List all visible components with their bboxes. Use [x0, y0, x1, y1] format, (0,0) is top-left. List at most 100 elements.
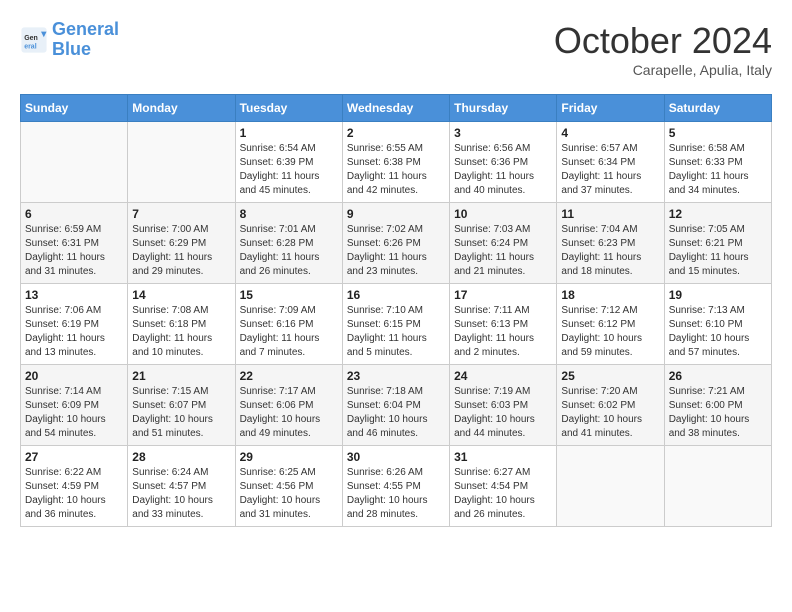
table-row: 21 Sunrise: 7:15 AM Sunset: 6:07 PM Dayli… [128, 365, 235, 446]
table-row: 6 Sunrise: 6:59 AM Sunset: 6:31 PM Daylig… [21, 203, 128, 284]
table-row: 17Sunrise: 7:11 AM Sunset: 6:13 PM Dayli… [450, 284, 557, 365]
day-info: Sunrise: 7:15 AM Sunset: 6:07 PM Dayligh… [132, 385, 230, 441]
table-row: 19 Sunrise: 7:13 AM Sunset: 6:10 PM Dayli… [664, 284, 771, 365]
day-number: 26 [669, 369, 767, 383]
table-row: 30Sunrise: 6:26 AM Sunset: 4:55 PM Dayli… [342, 446, 449, 527]
day-info: Sunrise: 7:20 AM Sunset: 6:02 PM Dayligh… [561, 385, 659, 441]
calendar-table: Sunday Monday Tuesday Wednesday Thursday… [20, 94, 772, 527]
table-row: 15Sunrise: 7:09 AM Sunset: 6:16 PM Dayli… [235, 284, 342, 365]
day-number: 4 [561, 126, 659, 140]
day-info: Sunrise: 7:02 AM Sunset: 6:26 PM Dayligh… [347, 223, 445, 279]
day-info: Sunrise: 6:55 AM Sunset: 6:38 PM Dayligh… [347, 142, 445, 198]
day-number: 31 [454, 450, 552, 464]
calendar-week-row: 27 Sunrise: 6:22 AM Sunset: 4:59 PM Dayli… [21, 446, 772, 527]
header-thursday: Thursday [450, 95, 557, 122]
day-number: 29 [240, 450, 338, 464]
table-row: 18 Sunrise: 7:12 AM Sunset: 6:12 PM Dayli… [557, 284, 664, 365]
table-row [21, 122, 128, 203]
day-info: Sunrise: 7:01 AM Sunset: 6:28 PM Dayligh… [240, 223, 338, 279]
day-number: 7 [132, 207, 230, 221]
day-number: 24 [454, 369, 552, 383]
day-info: Sunrise: 6:25 AM Sunset: 4:56 PM Dayligh… [240, 466, 338, 522]
day-info: Sunrise: 7:06 AM Sunset: 6:19 PM Dayligh… [25, 304, 123, 360]
title-block: October 2024 Carapelle, Apulia, Italy [554, 20, 772, 78]
page-header: Gen eral General Blue October 2024 Carap… [20, 20, 772, 78]
table-row: 7 Sunrise: 7:00 AM Sunset: 6:29 PM Daylig… [128, 203, 235, 284]
calendar-week-row: 20 Sunrise: 7:14 AM Sunset: 6:09 PM Dayli… [21, 365, 772, 446]
day-info: Sunrise: 6:27 AM Sunset: 4:54 PM Dayligh… [454, 466, 552, 522]
day-info: Sunrise: 7:08 AM Sunset: 6:18 PM Dayligh… [132, 304, 230, 360]
table-row: 27 Sunrise: 6:22 AM Sunset: 4:59 PM Dayli… [21, 446, 128, 527]
table-row: 24Sunrise: 7:19 AM Sunset: 6:03 PM Dayli… [450, 365, 557, 446]
day-number: 30 [347, 450, 445, 464]
day-info: Sunrise: 7:05 AM Sunset: 6:21 PM Dayligh… [669, 223, 767, 279]
day-info: Sunrise: 6:24 AM Sunset: 4:57 PM Dayligh… [132, 466, 230, 522]
day-info: Sunrise: 6:59 AM Sunset: 6:31 PM Dayligh… [25, 223, 123, 279]
day-info: Sunrise: 7:04 AM Sunset: 6:23 PM Dayligh… [561, 223, 659, 279]
logo-text-line2: Blue [52, 40, 119, 60]
day-info: Sunrise: 7:09 AM Sunset: 6:16 PM Dayligh… [240, 304, 338, 360]
day-info: Sunrise: 7:14 AM Sunset: 6:09 PM Dayligh… [25, 385, 123, 441]
calendar-week-row: 13 Sunrise: 7:06 AM Sunset: 6:19 PM Dayli… [21, 284, 772, 365]
day-info: Sunrise: 6:57 AM Sunset: 6:34 PM Dayligh… [561, 142, 659, 198]
day-number: 28 [132, 450, 230, 464]
table-row: 11Sunrise: 7:04 AM Sunset: 6:23 PM Dayli… [557, 203, 664, 284]
table-row: 14Sunrise: 7:08 AM Sunset: 6:18 PM Dayli… [128, 284, 235, 365]
table-row: 13 Sunrise: 7:06 AM Sunset: 6:19 PM Dayli… [21, 284, 128, 365]
table-row: 31 Sunrise: 6:27 AM Sunset: 4:54 PM Dayli… [450, 446, 557, 527]
day-info: Sunrise: 7:18 AM Sunset: 6:04 PM Dayligh… [347, 385, 445, 441]
day-number: 3 [454, 126, 552, 140]
day-number: 9 [347, 207, 445, 221]
logo: Gen eral General Blue [20, 20, 119, 60]
table-row: 16Sunrise: 7:10 AM Sunset: 6:15 PM Dayli… [342, 284, 449, 365]
day-number: 21 [132, 369, 230, 383]
table-row: 10Sunrise: 7:03 AM Sunset: 6:24 PM Dayli… [450, 203, 557, 284]
day-info: Sunrise: 7:12 AM Sunset: 6:12 PM Dayligh… [561, 304, 659, 360]
day-number: 23 [347, 369, 445, 383]
day-number: 5 [669, 126, 767, 140]
day-info: Sunrise: 6:58 AM Sunset: 6:33 PM Dayligh… [669, 142, 767, 198]
svg-text:Gen: Gen [24, 35, 38, 42]
location-subtitle: Carapelle, Apulia, Italy [554, 62, 772, 78]
month-title: October 2024 [554, 20, 772, 62]
table-row: 3 Sunrise: 6:56 AM Sunset: 6:36 PM Daylig… [450, 122, 557, 203]
calendar-week-row: 1Sunrise: 6:54 AM Sunset: 6:39 PM Daylig… [21, 122, 772, 203]
day-number: 27 [25, 450, 123, 464]
logo-text-line1: General [52, 20, 119, 40]
day-number: 19 [669, 288, 767, 302]
day-info: Sunrise: 6:22 AM Sunset: 4:59 PM Dayligh… [25, 466, 123, 522]
calendar-header-row: Sunday Monday Tuesday Wednesday Thursday… [21, 95, 772, 122]
day-info: Sunrise: 7:21 AM Sunset: 6:00 PM Dayligh… [669, 385, 767, 441]
day-info: Sunrise: 7:03 AM Sunset: 6:24 PM Dayligh… [454, 223, 552, 279]
logo-icon: Gen eral [20, 26, 48, 54]
table-row: 12Sunrise: 7:05 AM Sunset: 6:21 PM Dayli… [664, 203, 771, 284]
table-row: 20 Sunrise: 7:14 AM Sunset: 6:09 PM Dayli… [21, 365, 128, 446]
calendar-week-row: 6 Sunrise: 6:59 AM Sunset: 6:31 PM Daylig… [21, 203, 772, 284]
table-row: 1Sunrise: 6:54 AM Sunset: 6:39 PM Daylig… [235, 122, 342, 203]
day-number: 2 [347, 126, 445, 140]
day-number: 13 [25, 288, 123, 302]
day-number: 18 [561, 288, 659, 302]
header-sunday: Sunday [21, 95, 128, 122]
day-info: Sunrise: 6:56 AM Sunset: 6:36 PM Dayligh… [454, 142, 552, 198]
table-row [664, 446, 771, 527]
table-row: 4 Sunrise: 6:57 AM Sunset: 6:34 PM Daylig… [557, 122, 664, 203]
table-row [557, 446, 664, 527]
day-number: 6 [25, 207, 123, 221]
table-row: 28 Sunrise: 6:24 AM Sunset: 4:57 PM Dayli… [128, 446, 235, 527]
table-row: 2 Sunrise: 6:55 AM Sunset: 6:38 PM Daylig… [342, 122, 449, 203]
header-wednesday: Wednesday [342, 95, 449, 122]
svg-text:eral: eral [24, 43, 37, 50]
day-number: 22 [240, 369, 338, 383]
table-row: 22 Sunrise: 7:17 AM Sunset: 6:06 PM Dayli… [235, 365, 342, 446]
day-info: Sunrise: 7:13 AM Sunset: 6:10 PM Dayligh… [669, 304, 767, 360]
day-number: 20 [25, 369, 123, 383]
header-monday: Monday [128, 95, 235, 122]
table-row: 5 Sunrise: 6:58 AM Sunset: 6:33 PM Daylig… [664, 122, 771, 203]
day-info: Sunrise: 7:00 AM Sunset: 6:29 PM Dayligh… [132, 223, 230, 279]
day-info: Sunrise: 7:17 AM Sunset: 6:06 PM Dayligh… [240, 385, 338, 441]
day-number: 8 [240, 207, 338, 221]
table-row [128, 122, 235, 203]
table-row: 9 Sunrise: 7:02 AM Sunset: 6:26 PM Daylig… [342, 203, 449, 284]
day-info: Sunrise: 7:10 AM Sunset: 6:15 PM Dayligh… [347, 304, 445, 360]
